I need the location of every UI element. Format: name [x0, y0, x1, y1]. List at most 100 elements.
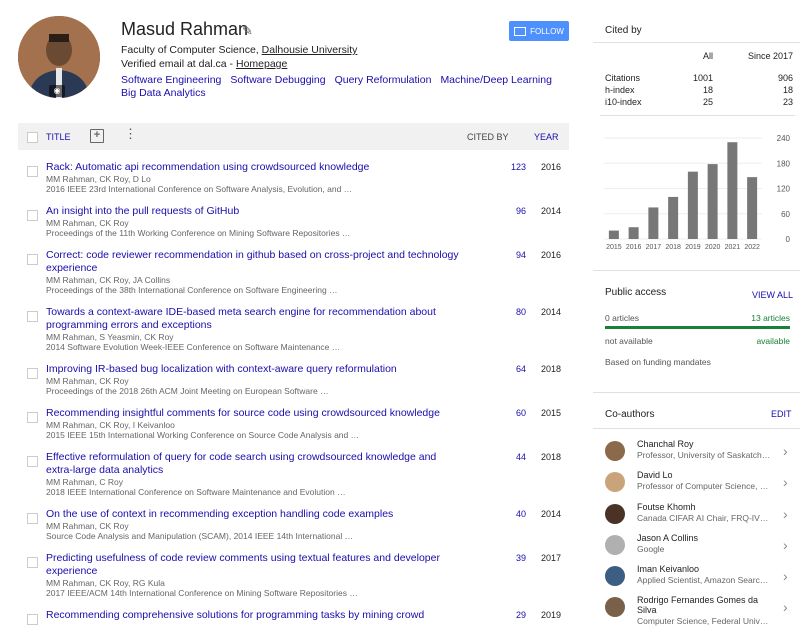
- article-title-link[interactable]: Recommending insightful comments for sou…: [46, 407, 440, 419]
- cited-count-link[interactable]: 94: [478, 250, 526, 260]
- interest-link[interactable]: Software Debugging: [230, 74, 325, 86]
- coauthors-title: Co-authors: [605, 409, 655, 420]
- coauthor-name[interactable]: Jason A Collins: [637, 533, 772, 543]
- row-checkbox[interactable]: [27, 614, 38, 625]
- coauthor-item[interactable]: David Lo Professor of Computer Science, …: [605, 470, 795, 498]
- coauthor-item[interactable]: Jason A Collins Google ›: [605, 533, 795, 561]
- interest-link[interactable]: Software Engineering: [121, 74, 221, 86]
- article-title-link[interactable]: Predicting usefulness of code review com…: [46, 552, 440, 577]
- article-title-link[interactable]: Improving IR-based bug localization with…: [46, 363, 397, 375]
- affiliation-link[interactable]: Dalhousie University: [262, 44, 358, 56]
- chart-bar-2021[interactable]: [727, 142, 738, 239]
- cited-count-link[interactable]: 39: [478, 553, 526, 563]
- article-title-link[interactable]: An insight into the pull requests of Git…: [46, 205, 239, 217]
- cited-count-link[interactable]: 96: [478, 206, 526, 216]
- view-all-link[interactable]: VIEW ALL: [752, 290, 793, 300]
- chevron-right-icon[interactable]: ›: [783, 568, 788, 584]
- y-tick-label: 60: [781, 210, 790, 219]
- public-access-bar-fill: [605, 326, 790, 329]
- cited-by-header[interactable]: CITED BY: [467, 132, 509, 142]
- article-authors: MM Rahman, CK Roy, D Lo: [46, 174, 151, 184]
- row-checkbox[interactable]: [27, 557, 38, 568]
- y-tick-label: 180: [777, 159, 791, 168]
- chart-bar-2017[interactable]: [648, 207, 659, 239]
- not-available-label: not available: [605, 336, 653, 346]
- articles-available-count[interactable]: 13 articles: [740, 313, 790, 323]
- article-year: 2014: [540, 307, 561, 317]
- coauthor-item[interactable]: Iman Keivanloo Applied Scientist, Amazon…: [605, 564, 795, 592]
- chevron-right-icon[interactable]: ›: [783, 506, 788, 522]
- year-sort-header[interactable]: YEAR: [534, 132, 559, 142]
- coauthor-item[interactable]: Chanchal Roy Professor, University of Sa…: [605, 439, 795, 467]
- interest-link[interactable]: Machine/Deep Learning: [440, 74, 552, 86]
- divider: [593, 270, 800, 271]
- title-sort-header[interactable]: TITLE: [46, 132, 71, 142]
- cited-count-link[interactable]: 80: [478, 307, 526, 317]
- coauthor-item[interactable]: Foutse Khomh Canada CIFAR AI Chair, FRQ-…: [605, 502, 795, 530]
- coauthor-name[interactable]: Chanchal Roy: [637, 439, 772, 449]
- chart-bar-2018[interactable]: [668, 196, 679, 239]
- coauthor-name[interactable]: Rodrigo Fernandes Gomes da Silva: [637, 595, 772, 615]
- article-title-link[interactable]: On the use of context in recommending ex…: [46, 508, 393, 520]
- edit-coauthors-link[interactable]: EDIT: [771, 409, 792, 419]
- articles-unavailable-count[interactable]: 0 articles: [605, 313, 639, 323]
- article-title-link[interactable]: Rack: Automatic api recommendation using…: [46, 161, 369, 173]
- article-title-link[interactable]: Towards a context-aware IDE-based meta s…: [46, 306, 436, 331]
- divider: [600, 115, 795, 116]
- chevron-right-icon[interactable]: ›: [783, 474, 788, 490]
- article-authors: MM Rahman, CK Roy, I Keivanloo: [46, 420, 175, 430]
- interest-link[interactable]: Query Reformulation: [335, 74, 432, 86]
- chart-bar-2016[interactable]: [628, 227, 639, 239]
- camera-icon[interactable]: ◉: [49, 85, 65, 97]
- article-year: 2016: [540, 162, 561, 172]
- select-all-checkbox[interactable]: [27, 132, 38, 143]
- cited-count-link[interactable]: 44: [478, 452, 526, 462]
- chevron-right-icon[interactable]: ›: [783, 537, 788, 553]
- article-venue: Proceedings of the 11th Working Conferen…: [46, 228, 351, 238]
- article-year: 2014: [540, 206, 561, 216]
- chart-bar-2022[interactable]: [747, 177, 758, 239]
- coauthor-item[interactable]: Rodrigo Fernandes Gomes da Silva Compute…: [605, 595, 795, 626]
- add-article-icon[interactable]: +: [90, 129, 104, 143]
- cited-count-link[interactable]: 60: [478, 408, 526, 418]
- article-authors: MM Rahman, S Yeasmin, CK Roy: [46, 332, 174, 342]
- cited-count-link[interactable]: 29: [478, 610, 526, 620]
- chart-bar-2019[interactable]: [687, 171, 698, 239]
- chevron-right-icon[interactable]: ›: [783, 443, 788, 459]
- row-checkbox[interactable]: [27, 513, 38, 524]
- article-title-link[interactable]: Effective reformulation of query for cod…: [46, 451, 436, 476]
- row-checkbox[interactable]: [27, 210, 38, 221]
- x-tick-label: 2016: [626, 244, 642, 251]
- homepage-link[interactable]: Homepage: [236, 58, 287, 70]
- coauthor-name[interactable]: Iman Keivanloo: [637, 564, 772, 574]
- row-checkbox[interactable]: [27, 456, 38, 467]
- chart-bar-2020[interactable]: [707, 164, 718, 239]
- cited-count-link[interactable]: 64: [478, 364, 526, 374]
- article-venue: 2015 IEEE 15th International Working Con…: [46, 430, 360, 440]
- article-authors: MM Rahman, CK Roy: [46, 521, 129, 531]
- article-title-link[interactable]: Recommending comprehensive solutions for…: [46, 609, 424, 621]
- cited-count-link[interactable]: 40: [478, 509, 526, 519]
- chart-bar-2015[interactable]: [608, 230, 619, 239]
- coauthor-name[interactable]: Foutse Khomh: [637, 502, 772, 512]
- cited-count-link[interactable]: 123: [478, 162, 526, 172]
- row-checkbox[interactable]: [27, 311, 38, 322]
- y-tick-label: 0: [786, 235, 791, 244]
- divider: [593, 42, 800, 43]
- row-checkbox[interactable]: [27, 166, 38, 177]
- follow-button[interactable]: FOLLOW: [509, 21, 569, 41]
- more-options-icon[interactable]: ⋮: [124, 127, 137, 141]
- interest-link[interactable]: Big Data Analytics: [121, 87, 206, 99]
- coauthor-avatar: [605, 597, 625, 617]
- public-access-bar: [605, 326, 790, 329]
- row-checkbox[interactable]: [27, 254, 38, 265]
- article-title-link[interactable]: Correct: code reviewer recommendation in…: [46, 249, 459, 274]
- profile-name: Masud Rahman: [121, 19, 249, 39]
- chevron-right-icon[interactable]: ›: [783, 599, 788, 615]
- x-tick-label: 2022: [744, 244, 760, 251]
- edit-pencil-icon[interactable]: ✎: [242, 23, 253, 39]
- article-authors: MM Rahman, CK Roy: [46, 376, 129, 386]
- row-checkbox[interactable]: [27, 412, 38, 423]
- row-checkbox[interactable]: [27, 368, 38, 379]
- coauthor-name[interactable]: David Lo: [637, 470, 772, 480]
